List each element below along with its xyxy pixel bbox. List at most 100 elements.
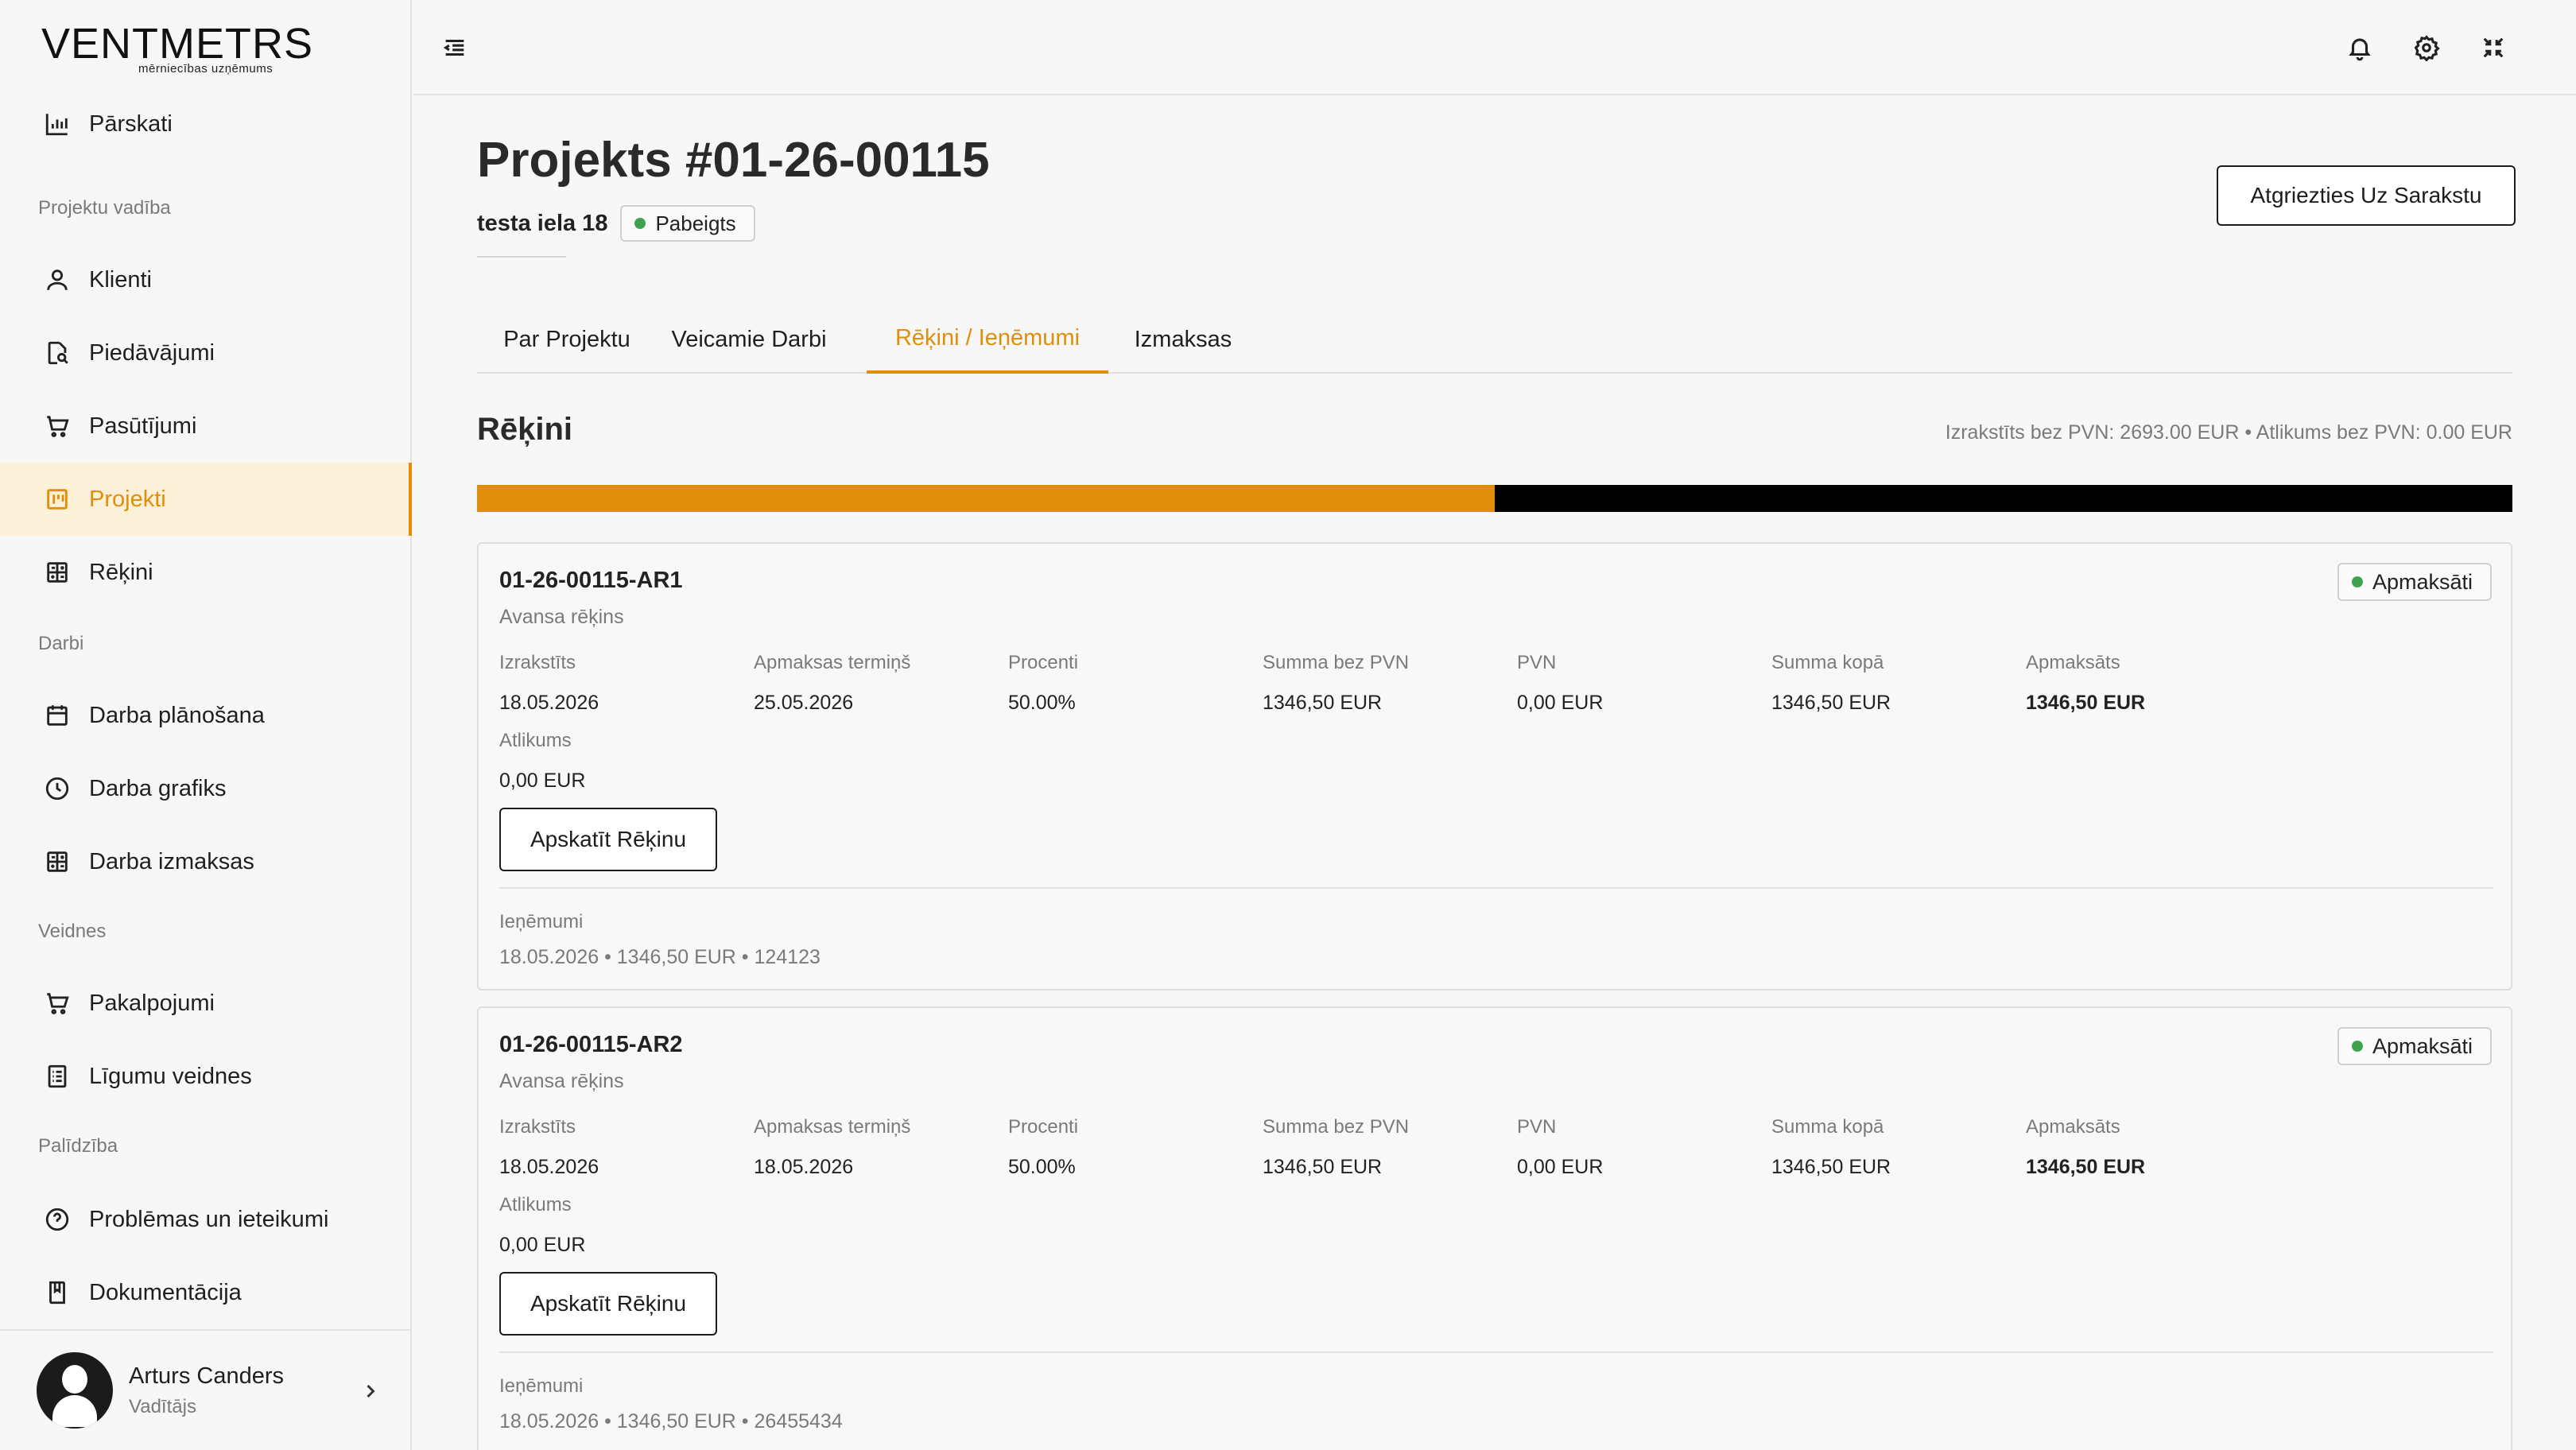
view-invoice-button[interactable]: Apskatīt Rēķinu: [499, 1272, 717, 1336]
logo-tagline: mērniecības uzņēmums: [138, 62, 274, 76]
gear-icon[interactable]: [2409, 30, 2444, 65]
bar-chart-icon: [43, 110, 72, 138]
calculator-icon: [43, 847, 72, 876]
invoice-card: 01-26-00115-AR1 Avansa rēķins Apmaksāti …: [477, 542, 2512, 991]
field-label: Atlikums: [499, 1194, 572, 1215]
sidebar-item-label: Darba grafiks: [89, 775, 227, 801]
tab-costs[interactable]: Izmaksas: [1108, 305, 1258, 374]
back-to-list-button[interactable]: Atgriezties Uz Sarakstu: [2217, 165, 2516, 226]
sidebar-item-label: Problēmas un ieteikumi: [89, 1206, 329, 1232]
field-value: 1346,50 EUR: [1771, 1156, 1891, 1178]
field-label: Apmaksas termiņš: [754, 652, 911, 673]
payment-progress-bar: [477, 485, 2512, 512]
invoice-status-badge: Apmaksāti: [2337, 563, 2492, 601]
invoice-number: 01-26-00115-AR2: [499, 1032, 683, 1057]
sidebar-item-clients[interactable]: Klienti: [0, 243, 412, 316]
invoice-type: Avansa rēķins: [499, 606, 624, 628]
sidebar-item-offers[interactable]: Piedāvājumi: [0, 316, 412, 390]
bell-icon[interactable]: [2342, 30, 2377, 65]
help-circle-icon: [43, 1205, 72, 1234]
sidebar-item-contract-templates[interactable]: Līgumu veidnes: [0, 1040, 412, 1113]
field-value: 0,00 EUR: [1517, 1156, 1604, 1178]
sidebar-item-work-planning[interactable]: Darba plānošana: [0, 679, 412, 752]
sidebar-item-invoices[interactable]: Rēķini: [0, 536, 412, 609]
sidebar-item-label: Darba izmaksas: [89, 848, 254, 874]
income-entry: 18.05.2026 • 1346,50 EUR • 124123: [499, 946, 821, 968]
sidebar-item-label: Pakalpojumi: [89, 990, 215, 1016]
project-tabs: Par Projektu Veicamie Darbi Rēķini / Ieņ…: [477, 305, 2512, 374]
kanban-board-icon: [43, 485, 72, 514]
user-profile[interactable]: Arturs Canders Vadītājs: [0, 1329, 412, 1450]
sidebar-item-label: Darba plānošana: [89, 702, 265, 728]
sidebar-item-orders[interactable]: Pasūtījumi: [0, 390, 412, 463]
field-balance: Atlikums 0,00 EUR: [499, 730, 585, 793]
sidebar-item-documentation[interactable]: Dokumentācija: [0, 1256, 412, 1329]
section-title: Rēķini: [477, 412, 573, 447]
status-dot-icon: [634, 218, 646, 229]
fullscreen-exit-icon[interactable]: [2476, 30, 2511, 65]
sidebar-item-services[interactable]: Pakalpojumi: [0, 967, 412, 1040]
status-badge-label: Pabeigts: [655, 211, 736, 235]
sidebar-section-work: Darbi: [38, 633, 84, 654]
field-label: Summa bez PVN: [1263, 652, 1410, 673]
field-sum-net: Summa bez PVN 1346,50 EUR: [1263, 652, 1409, 715]
field-sum-total: Summa kopā 1346,50 EUR: [1771, 1116, 1891, 1179]
sidebar-item-label: Pārskati: [89, 110, 173, 137]
field-label: Procenti: [1008, 652, 1079, 673]
avatar: [37, 1352, 113, 1429]
sidebar-item-reports[interactable]: Pārskati: [0, 87, 412, 161]
main-content: Projekts #01-26-00115 testa iela 18 Pabe…: [413, 97, 2576, 1450]
field-value: 18.05.2026: [754, 1156, 854, 1178]
view-invoice-button[interactable]: Apskatīt Rēķinu: [499, 808, 717, 871]
sidebar-item-label: Klienti: [89, 266, 152, 293]
field-value: 1346,50 EUR: [1263, 692, 1383, 714]
status-badge: Pabeigts: [620, 205, 755, 242]
tab-about-project[interactable]: Par Projektu: [477, 305, 657, 374]
field-issued: Izrakstīts 18.05.2026: [499, 1116, 599, 1179]
field-value: 0,00 EUR: [1517, 692, 1604, 714]
sidebar-item-work-schedule[interactable]: Darba grafiks: [0, 752, 412, 825]
field-label: PVN: [1517, 652, 1557, 673]
field-value: 1346,50 EUR: [2026, 692, 2146, 714]
user-name: Arturs Canders: [129, 1363, 285, 1389]
book-icon: [43, 1278, 72, 1307]
sidebar-item-work-costs[interactable]: Darba izmaksas: [0, 825, 412, 898]
sidebar: VENTMETRS mērniecības uzņēmums Pārskati …: [0, 0, 412, 1450]
project-address: testa iela 18: [477, 210, 608, 236]
field-value: 50.00%: [1008, 1156, 1076, 1178]
invoice-status-label: Apmaksāti: [2372, 569, 2473, 594]
field-percent: Procenti 50.00%: [1008, 1116, 1078, 1179]
sidebar-item-label: Piedāvājumi: [89, 339, 215, 366]
field-label: Izrakstīts: [499, 652, 576, 673]
menu-collapse-icon[interactable]: [437, 30, 472, 65]
tab-invoices-income[interactable]: Rēķini / Ieņēmumi: [867, 305, 1108, 374]
tab-tasks[interactable]: Veicamie Darbi: [657, 305, 841, 374]
divider: [499, 887, 2493, 889]
sidebar-item-label: Līgumu veidnes: [89, 1063, 252, 1089]
income-label: Ieņēmumi: [499, 911, 584, 932]
invoice-number: 01-26-00115-AR1: [499, 568, 683, 593]
invoice-status-badge: Apmaksāti: [2337, 1027, 2492, 1065]
status-dot-icon: [2351, 1041, 2363, 1052]
field-paid: Apmaksāts 1346,50 EUR: [2026, 652, 2145, 715]
chevron-right-icon[interactable]: [359, 1380, 382, 1402]
sidebar-item-projects[interactable]: Projekti: [0, 463, 412, 536]
calendar-icon: [43, 701, 72, 730]
invoice-summary: Izrakstīts bez PVN: 2693.00 EUR • Atliku…: [1945, 421, 2512, 444]
field-vat: PVN 0,00 EUR: [1517, 652, 1603, 715]
divider: [477, 256, 566, 258]
field-value: 1346,50 EUR: [1771, 692, 1891, 714]
shopping-cart-icon: [43, 412, 72, 440]
sidebar-item-label: Projekti: [89, 486, 166, 512]
sidebar-item-issues[interactable]: Problēmas un ieteikumi: [0, 1183, 412, 1256]
field-value: 1346,50 EUR: [2026, 1156, 2146, 1178]
field-sum-total: Summa kopā 1346,50 EUR: [1771, 652, 1891, 715]
invoice-type: Avansa rēķins: [499, 1070, 624, 1092]
field-value: 50.00%: [1008, 692, 1076, 714]
field-label: Procenti: [1008, 1116, 1079, 1138]
field-label: Apmaksas termiņš: [754, 1116, 911, 1138]
income-label: Ieņēmumi: [499, 1375, 584, 1397]
user-icon: [43, 266, 72, 294]
user-role: Vadītājs: [129, 1395, 196, 1417]
company-logo[interactable]: VENTMETRS mērniecības uzņēmums: [41, 21, 312, 76]
